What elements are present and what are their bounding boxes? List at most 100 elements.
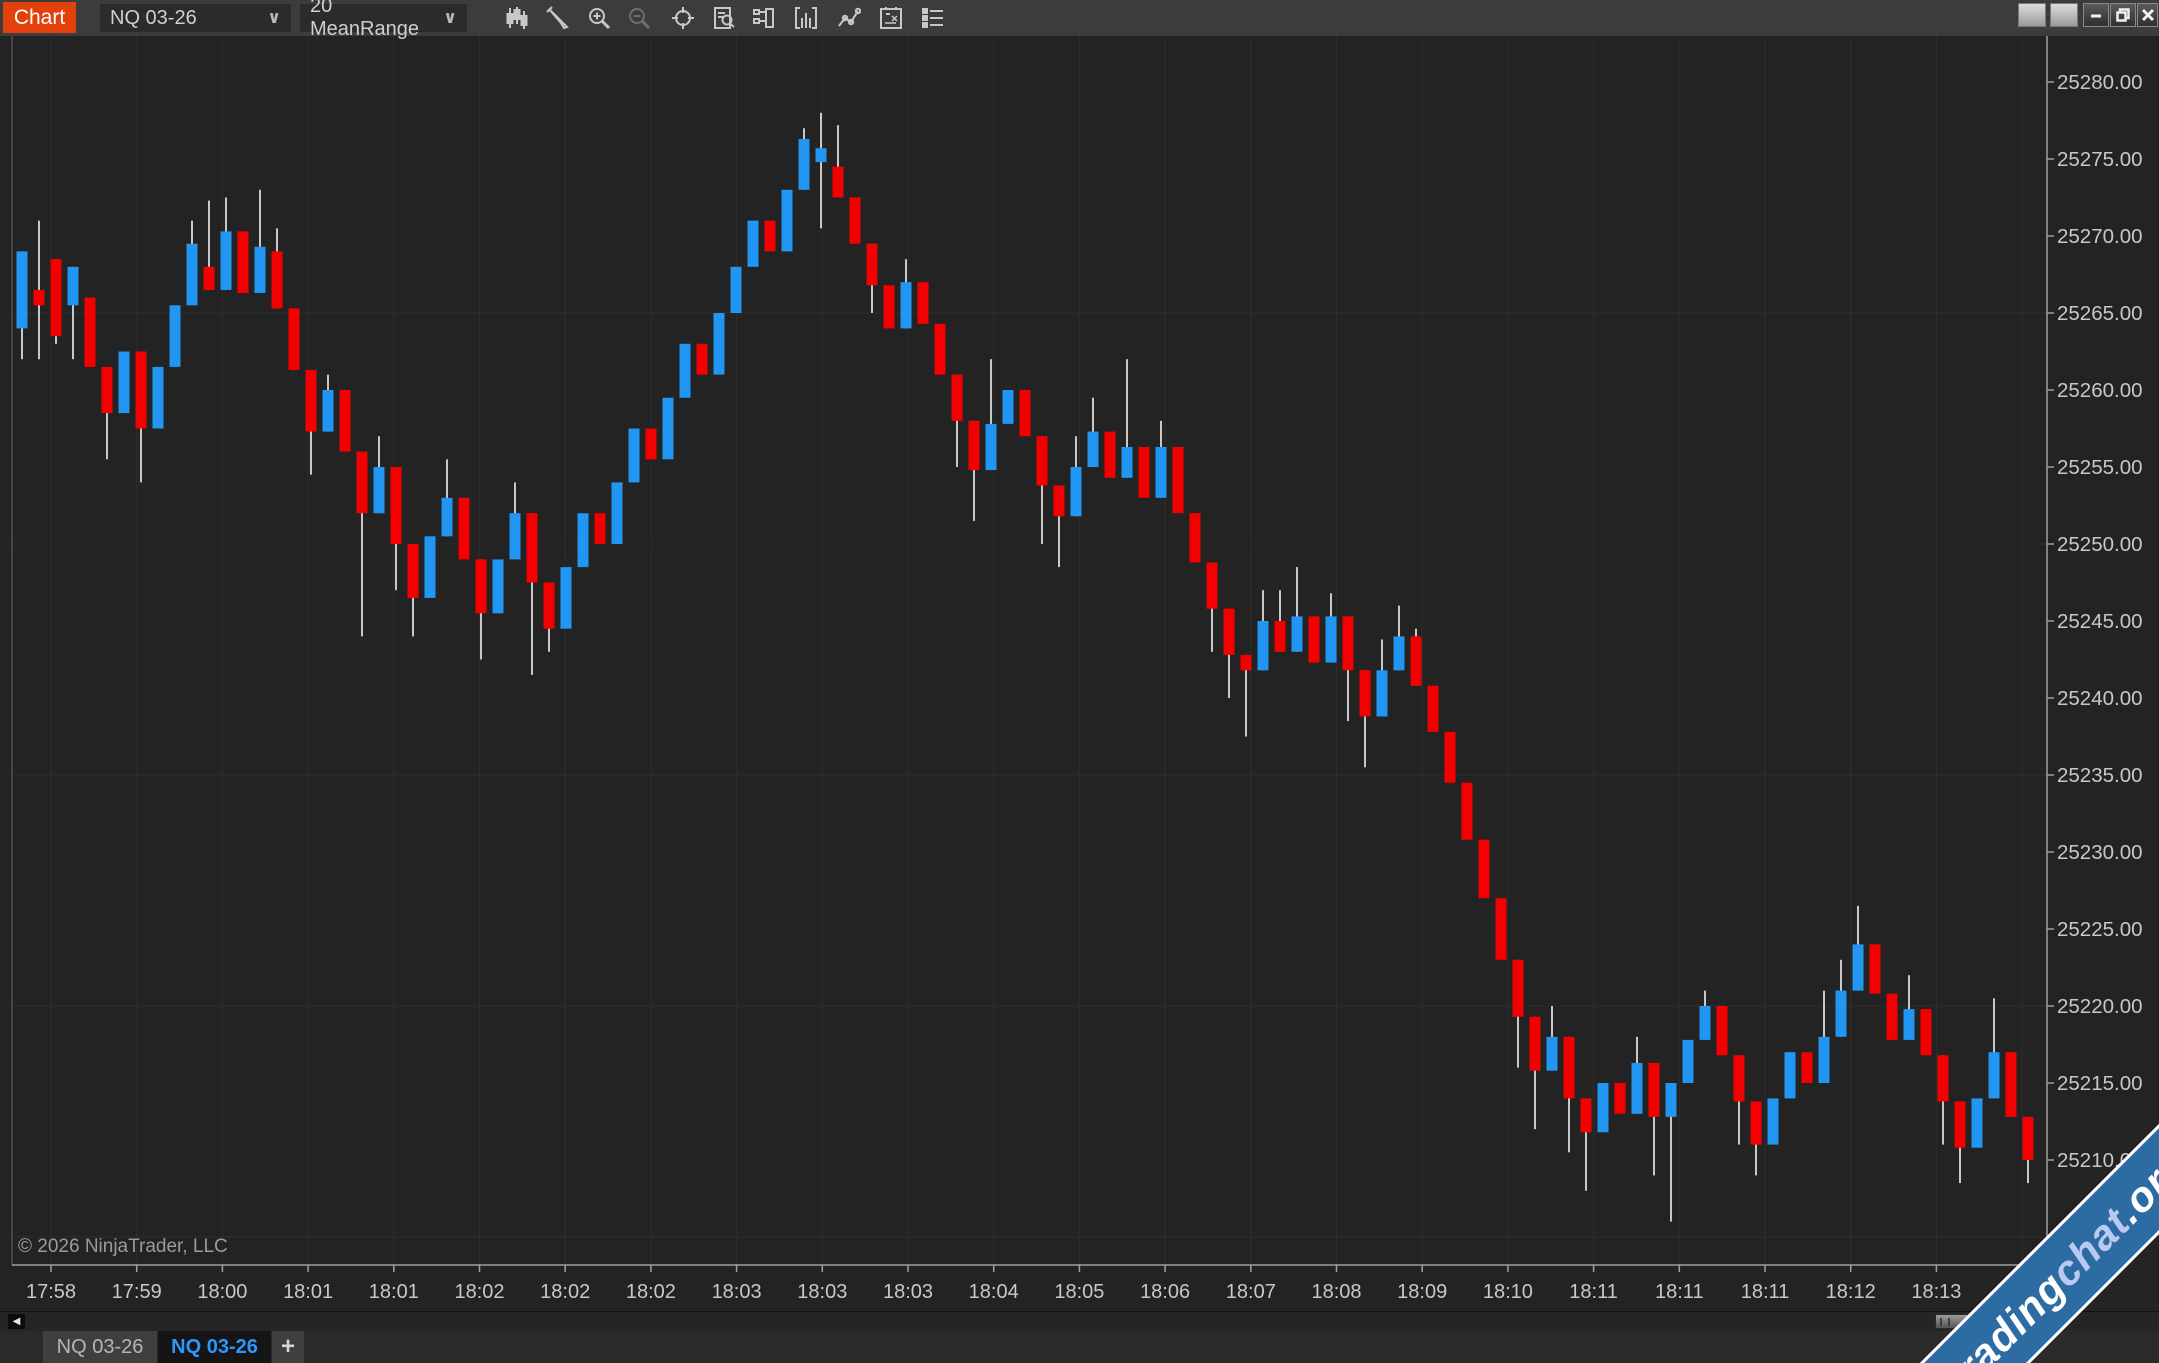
time-axis-label: 18:03 [797,1281,847,1303]
candle-body [935,324,946,375]
candle-body [442,498,453,537]
candle-body [119,352,130,414]
candle-body [1122,447,1133,478]
time-axis-label: 18:11 [1655,1281,1704,1303]
candle-body [17,251,28,328]
candle-body [85,298,96,367]
candle-body [1887,994,1898,1040]
price-axis-label: 25255.00 [2057,456,2143,479]
price-axis-label: 25215.00 [2057,1072,2143,1095]
tab-bar: NQ 03-26 NQ 03-26 + [0,1331,2159,1363]
candle-body [612,482,623,544]
candle-body [1071,467,1082,516]
candle-body [799,139,810,190]
candle-body [221,231,232,290]
candle-body [1802,1052,1813,1083]
time-axis-label: 18:08 [1311,1281,1361,1303]
candle-body [1037,436,1048,485]
candle-body [1241,655,1252,670]
candle-body [1360,670,1371,716]
candle-body [2023,1117,2034,1160]
scroll-left-arrow[interactable]: ◀ [8,1314,25,1329]
time-axis-label: 18:13 [1911,1281,1961,1303]
time-axis-label: 18:07 [1226,1281,1276,1303]
candle-body [187,244,198,306]
candle-body [1190,513,1201,562]
candle-body [68,267,79,306]
candle-body [714,313,725,375]
candle-body [1717,1006,1728,1055]
candle-body [527,513,538,582]
candle-body [136,352,147,429]
candle-body [1649,1063,1660,1117]
candle-body [1581,1098,1592,1132]
candle-body [561,567,572,629]
candle-body [1088,432,1099,467]
candle-body [595,513,606,544]
candle-body [1955,1101,1966,1147]
time-axis-label: 18:02 [626,1281,676,1303]
candle-body [1020,390,1031,436]
candle-body [646,429,657,460]
add-tab-button[interactable]: + [272,1331,304,1363]
candle-body [1258,621,1269,670]
candle-body [748,221,759,267]
time-axis-label: 18:03 [712,1281,762,1303]
time-axis-label: 18:11 [1741,1281,1790,1303]
candle-body [867,244,878,286]
candle-body [272,251,283,308]
candle-body [1343,616,1354,670]
time-axis-label: 18:04 [969,1281,1019,1303]
candle-body [697,344,708,375]
candle-body [833,167,844,198]
candle-body [1428,686,1439,732]
copyright-text: © 2026 NinjaTrader, LLC [18,1236,228,1258]
candle-body [34,290,45,305]
tab-nq-03-26-active[interactable]: NQ 03-26 [158,1331,271,1363]
candle-body [1292,616,1303,651]
candle-body [340,390,351,452]
candle-body [476,559,487,613]
candle-body [1513,960,1524,1017]
candle-body [884,285,895,328]
time-axis-label: 18:02 [454,1281,504,1303]
candle-body [170,305,181,367]
candle-body [408,544,419,598]
candle-body [918,282,929,324]
candle-body [510,513,521,559]
candle-body [1156,447,1167,498]
price-axis-label: 25225.00 [2057,918,2143,941]
price-chart[interactable]: 25280.0025275.0025270.0025265.0025260.00… [0,0,2159,1311]
time-axis-label: 18:12 [1826,1281,1876,1303]
time-axis-label: 18:10 [1483,1281,1533,1303]
time-axis-label: 18:11 [1569,1281,1618,1303]
candle-body [493,559,504,613]
horizontal-scrollbar: ◀ ▶ [0,1311,2159,1331]
candle-body [1105,432,1116,478]
candle-body [306,370,317,432]
price-axis-label: 25270.00 [2057,225,2143,248]
price-axis-label: 25260.00 [2057,379,2143,402]
candle-body [1972,1098,1983,1147]
candle-body [1819,1037,1830,1083]
candle-body [102,367,113,413]
price-axis-label: 25250.00 [2057,533,2143,556]
tab-nq-03-26[interactable]: NQ 03-26 [43,1331,157,1363]
candle-body [1445,732,1456,783]
candle-body [1173,447,1184,513]
candle-body [1700,1006,1711,1040]
candle-body [1768,1098,1779,1144]
price-axis-label: 25235.00 [2057,764,2143,787]
candle-body [1275,621,1286,652]
candle-body [663,398,674,460]
time-axis-label: 18:03 [883,1281,933,1303]
candle-body [629,429,640,483]
candle-body [391,467,402,544]
candle-body [1207,562,1218,608]
candle-body [731,267,742,313]
candle-body [1683,1040,1694,1083]
candle-body [1139,447,1150,498]
candle-body [1938,1055,1949,1101]
candle-body [1530,1017,1541,1071]
candle-body [765,221,776,252]
